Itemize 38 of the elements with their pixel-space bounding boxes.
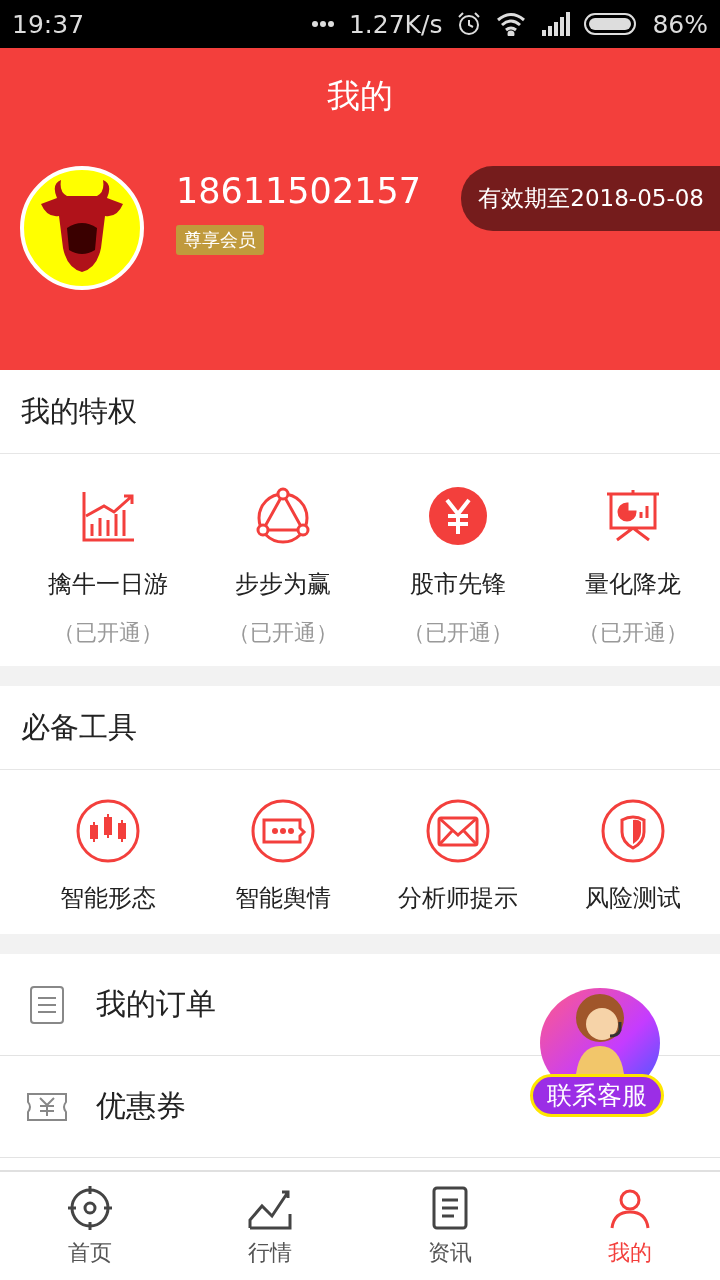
nav-tab[interactable]: 资讯: [360, 1172, 540, 1280]
tool-name[interactable]: 智能形态: [59, 882, 156, 914]
section-title: 我的特权: [0, 370, 720, 454]
section-title: 必备工具: [0, 686, 720, 770]
privilege-status: （已开通）: [227, 619, 338, 647]
privilege-status: （已开通）: [52, 619, 163, 647]
phone-number: 18611502157: [176, 171, 421, 211]
battery-level: 86%: [652, 9, 708, 39]
target-icon: [66, 1184, 114, 1232]
envelope-icon: [424, 798, 491, 864]
menu-label[interactable]: 优惠券: [96, 1086, 186, 1127]
nav-tab[interactable]: 我的: [540, 1172, 720, 1280]
nav-tab[interactable]: 首页: [0, 1172, 180, 1280]
yen-coin-icon: [427, 486, 488, 546]
privilege-status: （已开通）: [577, 619, 688, 647]
privilege-name[interactable]: 擒牛一日游: [47, 568, 168, 600]
battery-icon: [584, 12, 639, 36]
signal-icon: [540, 12, 571, 36]
nav-tab[interactable]: 行情: [180, 1172, 360, 1280]
chat-bubble-icon: [249, 798, 316, 864]
privilege-status: （已开通）: [402, 619, 513, 647]
menu-label[interactable]: 我的订单: [96, 984, 216, 1025]
candlestick-icon: [74, 798, 141, 864]
status-time: 19:37: [12, 9, 85, 39]
expiry-date: 有效期至2018-05-08: [461, 165, 720, 231]
tool-name[interactable]: 风险测试: [584, 882, 681, 914]
privilege-name[interactable]: 股市先锋: [409, 568, 506, 600]
more-dots-icon: [310, 20, 335, 28]
tool-name[interactable]: 分析师提示: [397, 882, 518, 914]
tool-name[interactable]: 智能舆情: [234, 882, 331, 914]
member-badge: 尊享会员: [176, 225, 264, 255]
privilege-name[interactable]: 量化降龙: [584, 568, 681, 600]
network-speed: 1.27K/s: [348, 9, 443, 39]
shield-icon: [599, 798, 666, 864]
page-title: 我的: [326, 75, 394, 117]
contact-service-button[interactable]: 联系客服: [530, 1074, 664, 1117]
privilege-name[interactable]: 步步为赢: [234, 568, 331, 600]
wifi-icon: [496, 12, 527, 36]
